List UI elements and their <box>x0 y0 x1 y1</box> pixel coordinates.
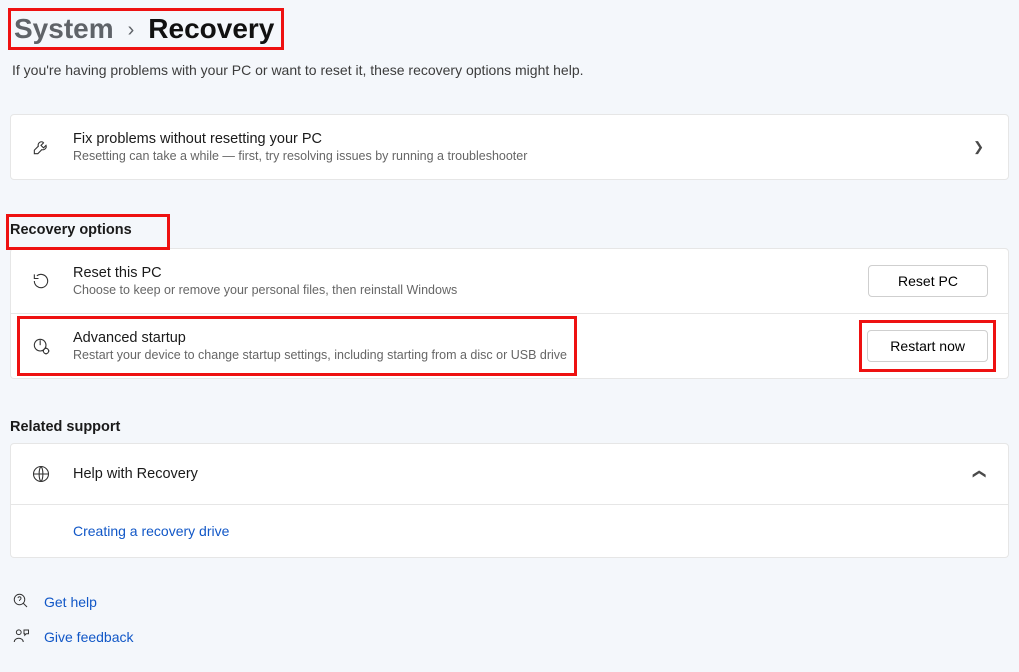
chevron-right-icon: › <box>128 18 135 42</box>
feedback-icon <box>12 627 30 648</box>
page-subtitle: If you're having problems with your PC o… <box>12 62 1007 78</box>
globe-icon <box>29 464 53 484</box>
reset-pc-row: Reset this PC Choose to keep or remove y… <box>10 248 1009 314</box>
creating-recovery-drive-link[interactable]: Creating a recovery drive <box>73 523 229 539</box>
help-with-recovery-expanded: Creating a recovery drive <box>10 505 1009 558</box>
reset-pc-title: Reset this PC <box>73 265 848 281</box>
help-icon <box>12 592 30 613</box>
fix-problems-row[interactable]: Fix problems without resetting your PC R… <box>10 114 1009 180</box>
help-with-recovery-title: Help with Recovery <box>73 466 949 482</box>
chevron-up-icon: ❯ <box>971 464 987 483</box>
give-feedback-link[interactable]: Give feedback <box>44 629 134 645</box>
chevron-right-icon: ❯ <box>969 139 988 155</box>
reset-pc-desc: Choose to keep or remove your personal f… <box>73 283 848 297</box>
give-feedback-row[interactable]: Give feedback <box>12 627 1009 648</box>
fix-problems-desc: Resetting can take a while — first, try … <box>73 149 949 163</box>
power-gear-icon <box>29 336 53 356</box>
get-help-link[interactable]: Get help <box>44 594 97 610</box>
fix-problems-title: Fix problems without resetting your PC <box>73 131 949 147</box>
breadcrumb-current: Recovery <box>148 12 274 46</box>
help-with-recovery-row[interactable]: Help with Recovery ❯ <box>10 443 1009 505</box>
get-help-row[interactable]: Get help <box>12 592 1009 613</box>
reset-pc-button[interactable]: Reset PC <box>868 265 988 297</box>
wrench-icon <box>29 137 53 157</box>
restart-now-button[interactable]: Restart now <box>867 330 988 362</box>
advanced-startup-desc: Restart your device to change startup se… <box>73 348 847 362</box>
breadcrumb-parent[interactable]: System <box>14 12 114 46</box>
recovery-options-label: Recovery options <box>10 222 132 238</box>
related-support-label: Related support <box>10 419 1009 435</box>
advanced-startup-row: Advanced startup Restart your device to … <box>10 314 1009 379</box>
breadcrumb: System › Recovery <box>10 10 278 48</box>
reset-icon <box>29 271 53 291</box>
advanced-startup-title: Advanced startup <box>73 330 847 346</box>
